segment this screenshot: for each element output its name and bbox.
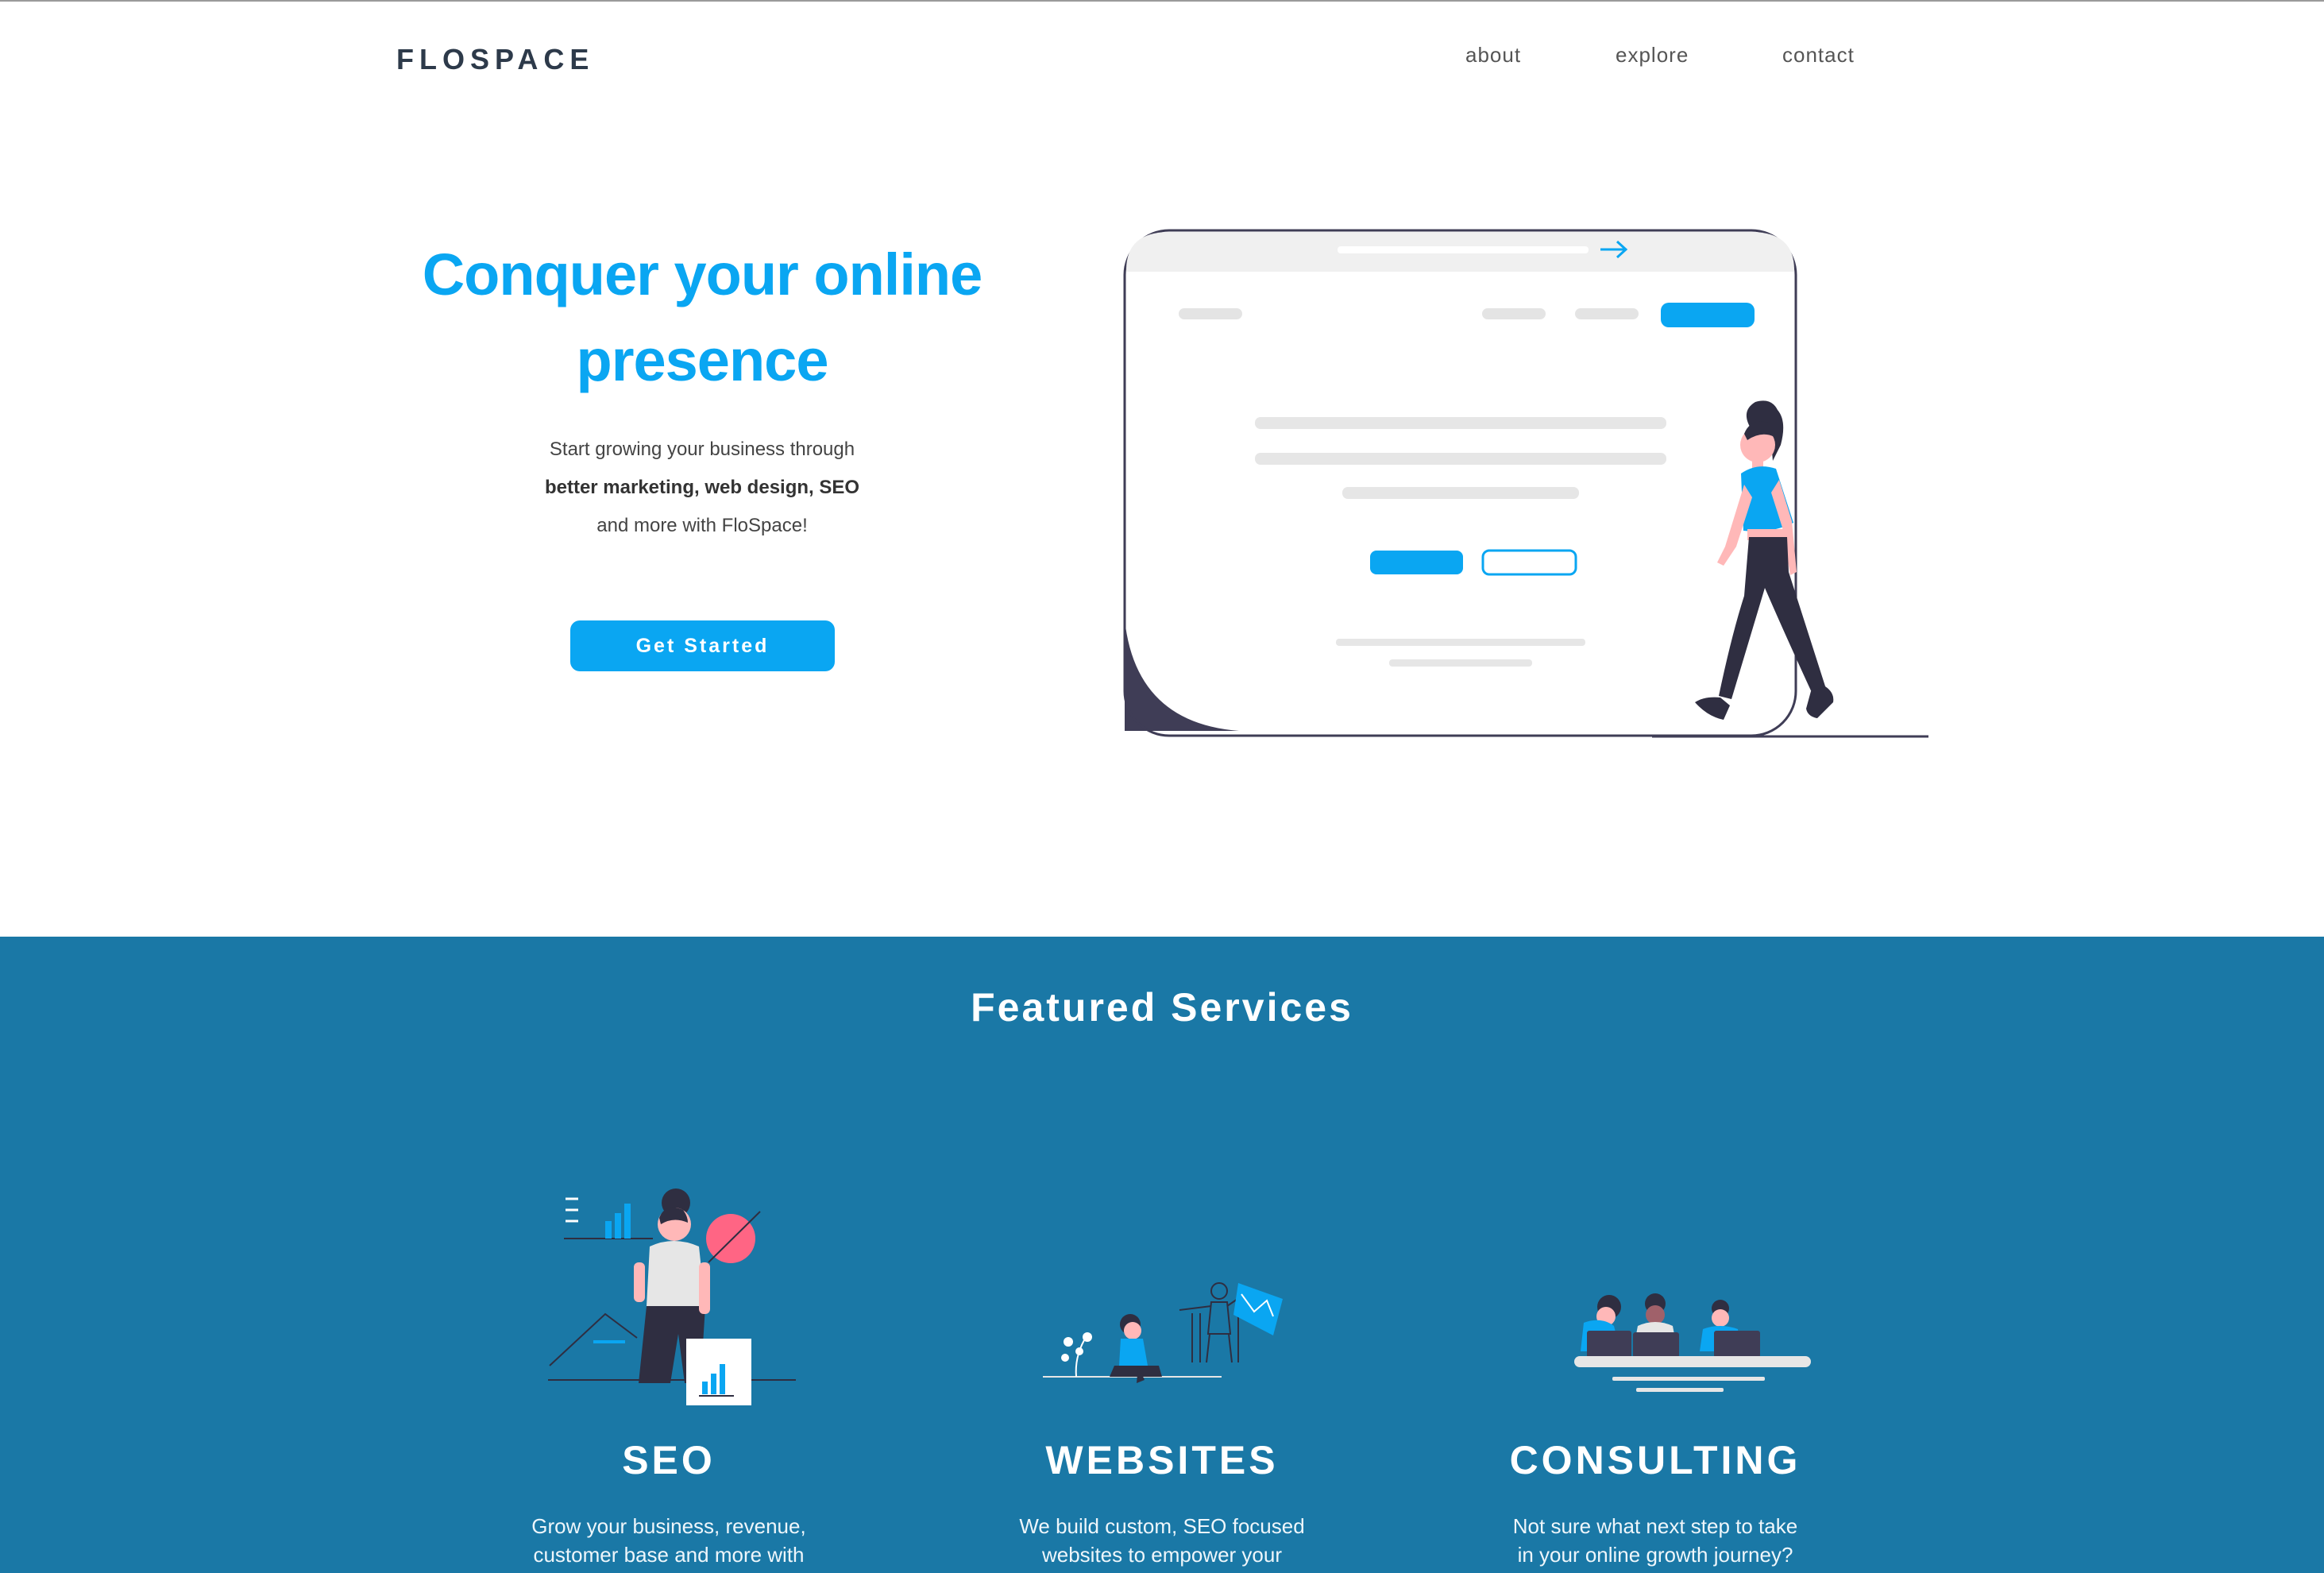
hero-sub-line2: better marketing, web design, SEO xyxy=(544,477,860,498)
seo-illustration xyxy=(548,1188,796,1405)
service-desc-seo-line1: Grow your business, revenue, xyxy=(531,1514,806,1538)
nav-explore-link[interactable]: explore xyxy=(1616,43,1689,68)
service-title-seo: SEO xyxy=(622,1438,716,1482)
service-desc-websites: We build custom, SEO focused websites to… xyxy=(995,1512,1329,1569)
hero-subtitle: Start growing your business through bett… xyxy=(464,431,940,545)
hero-illustration xyxy=(1123,229,1928,738)
service-desc-consulting-line2: in your online growth journey? xyxy=(1517,1543,1793,1567)
hero-title-line1: Conquer your online xyxy=(422,242,983,307)
hero-sub-line3: and more with FloSpace! xyxy=(596,515,808,536)
main-nav: about explore contact xyxy=(0,43,2324,75)
service-card-websites: WEBSITES We build custom, SEO focused we… xyxy=(940,937,1384,1573)
service-desc-websites-line2: websites to empower your xyxy=(1041,1543,1283,1567)
walking-woman-illustration xyxy=(1695,400,1834,720)
nav-contact-link[interactable]: contact xyxy=(1782,43,1855,68)
browser-window-illustration xyxy=(1123,229,1797,737)
service-card-consulting: CONSULTING Not sure what next step to ta… xyxy=(1433,937,1878,1573)
service-desc-consulting: Not sure what next step to take in your … xyxy=(1488,1512,1822,1569)
hero-title: Conquer your online presence xyxy=(381,232,1023,404)
service-card-seo: SEO Grow your business, revenue, custome… xyxy=(446,937,891,1573)
get-started-button[interactable]: Get Started xyxy=(570,620,835,671)
hero-sub-line1: Start growing your business through xyxy=(549,439,855,460)
websites-illustration xyxy=(1043,1282,1283,1383)
service-desc-websites-line1: We build custom, SEO focused xyxy=(1019,1514,1305,1538)
service-title-consulting: CONSULTING xyxy=(1509,1438,1801,1482)
featured-services-section: Featured Services SEO Grow your business… xyxy=(0,937,2324,1573)
hero-title-line2: presence xyxy=(576,327,829,393)
service-desc-consulting-line1: Not sure what next step to take xyxy=(1512,1514,1798,1538)
service-desc-seo: Grow your business, revenue, customer ba… xyxy=(502,1512,836,1569)
service-title-websites: WEBSITES xyxy=(1045,1438,1279,1482)
consulting-illustration xyxy=(1574,1293,1811,1392)
top-border xyxy=(0,0,2324,2)
nav-about-link[interactable]: about xyxy=(1465,43,1521,68)
service-desc-seo-line2: customer base and more with xyxy=(533,1543,805,1567)
